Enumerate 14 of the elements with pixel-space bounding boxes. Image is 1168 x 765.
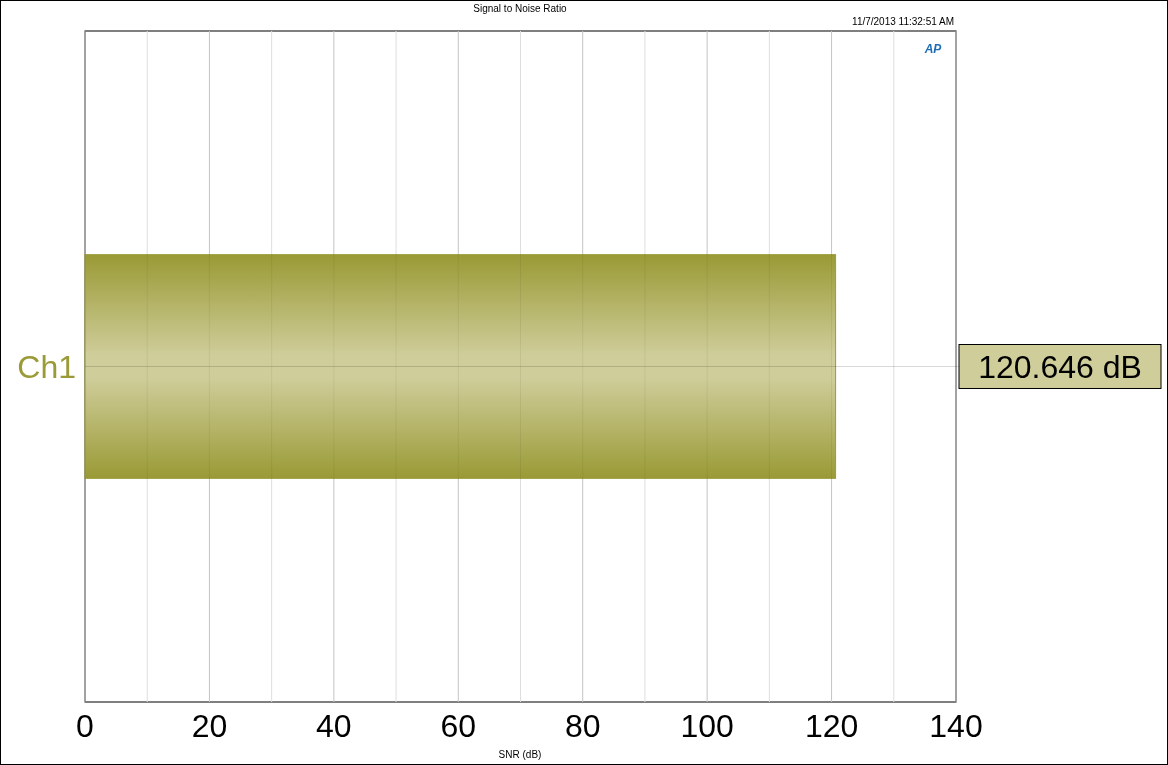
- category-label: Ch1: [17, 348, 76, 385]
- tick-label: 20: [191, 708, 228, 744]
- tick-label: 80: [564, 708, 601, 744]
- timestamp: 11/7/2013 11:32:51 AM: [852, 16, 954, 27]
- chart-title: Signal to Noise Ratio: [473, 3, 567, 14]
- logo: AP: [924, 42, 942, 56]
- tick-label: 40: [316, 708, 352, 744]
- tick-label: 100: [680, 708, 734, 744]
- tick-label: 140: [929, 708, 983, 744]
- axis-label: SNR (dB): [498, 749, 542, 760]
- tick-label: 120: [804, 708, 859, 744]
- tick-label: 0: [76, 708, 94, 744]
- value-label: 120.646 dB: [958, 344, 1162, 389]
- tick-label: 60: [440, 708, 477, 744]
